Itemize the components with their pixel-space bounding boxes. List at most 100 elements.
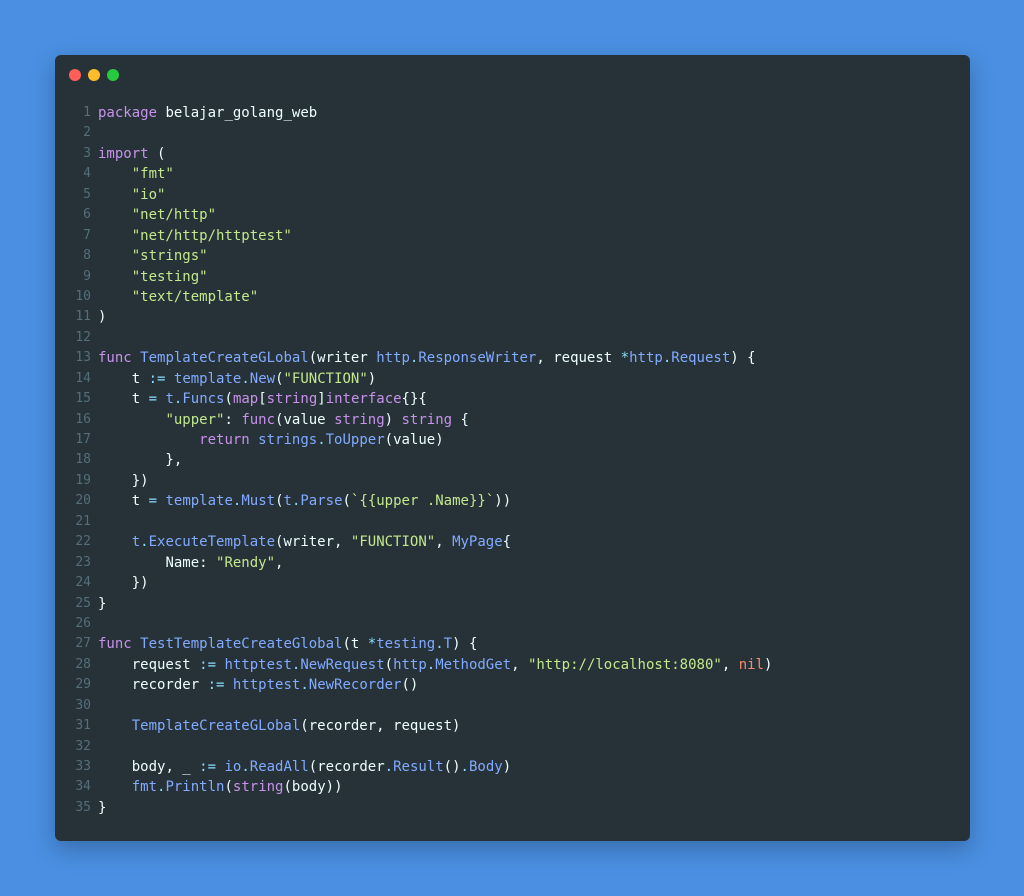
code-token: [ bbox=[258, 391, 267, 408]
code-token: ) bbox=[367, 370, 377, 387]
code-token: ( bbox=[342, 493, 351, 510]
maximize-window-button[interactable] bbox=[107, 69, 119, 81]
code-line: 34 fmt.Println(string(body)) bbox=[69, 777, 950, 797]
code-token: = bbox=[148, 391, 158, 408]
code-line: 2 bbox=[69, 123, 950, 143]
code-token: ] bbox=[317, 391, 326, 408]
code-token: value bbox=[393, 432, 436, 448]
code-token: belajar_golang_web bbox=[165, 105, 318, 121]
code-token: () bbox=[443, 759, 461, 775]
minimize-window-button[interactable] bbox=[88, 69, 100, 81]
code-token: value bbox=[283, 411, 326, 428]
close-window-button[interactable] bbox=[69, 69, 81, 81]
code-token: . bbox=[300, 677, 309, 694]
code-text: package belajar_golang_web bbox=[98, 103, 317, 123]
code-token: New bbox=[249, 370, 276, 387]
code-text: t = t.Funcs(map[string]interface{}{ bbox=[98, 389, 427, 409]
code-token: : bbox=[224, 411, 242, 428]
code-text: body, _ := io.ReadAll(recorder.Result().… bbox=[98, 757, 511, 777]
code-text: "testing" bbox=[98, 267, 208, 287]
code-token: T bbox=[443, 636, 453, 653]
code-token: "net/http/httptest" bbox=[131, 227, 292, 244]
code-text: } bbox=[98, 594, 106, 614]
code-line: 15 t = t.Funcs(map[string]interface{}{ bbox=[69, 389, 950, 409]
code-line: 26 bbox=[69, 614, 950, 634]
code-token: , bbox=[275, 554, 284, 571]
code-line: 13 func TemplateCreateGLobal(writer http.… bbox=[69, 348, 950, 368]
code-token: http bbox=[376, 350, 410, 367]
code-token: ExecuteTemplate bbox=[148, 534, 276, 551]
code-token: ( bbox=[384, 656, 394, 673]
code-line: 16 "upper": func(value string) string { bbox=[69, 410, 950, 430]
code-line: 21 bbox=[69, 512, 950, 532]
code-line: 33 body, _ := io.ReadAll(recorder.Result… bbox=[69, 757, 950, 777]
line-number: 19 bbox=[75, 472, 91, 488]
code-token: := bbox=[199, 759, 217, 775]
code-token: t bbox=[131, 534, 141, 551]
code-token: : bbox=[199, 554, 217, 571]
code-token: "FUNCTION" bbox=[283, 370, 368, 387]
code-token: http bbox=[393, 656, 427, 673]
code-token: request bbox=[393, 718, 453, 735]
code-text: }) bbox=[98, 471, 149, 491]
code-token: { bbox=[452, 411, 469, 428]
code-token: http bbox=[629, 350, 663, 367]
code-token: writer bbox=[283, 534, 335, 551]
line-number: 25 bbox=[75, 595, 91, 611]
code-token: ( bbox=[275, 370, 284, 387]
code-token: return bbox=[199, 432, 250, 448]
code-token: interface bbox=[325, 391, 402, 408]
code-line: 18 }, bbox=[69, 450, 950, 470]
line-number: 30 bbox=[75, 697, 91, 713]
code-token: ReadAll bbox=[249, 759, 309, 775]
line-number: 4 bbox=[83, 166, 91, 182]
code-token: "strings" bbox=[131, 248, 208, 265]
code-token: func bbox=[98, 350, 132, 367]
code-token: } bbox=[98, 595, 107, 612]
code-token: Name bbox=[165, 554, 200, 571]
code-window: 1 package belajar_golang_web 2 3 import (4 "… bbox=[55, 55, 970, 841]
line-number: 12 bbox=[75, 329, 91, 345]
code-token: io bbox=[224, 759, 242, 775]
code-token: Must bbox=[241, 493, 276, 510]
code-line: 20 t = template.Must(t.Parse(`{{upper .N… bbox=[69, 491, 950, 511]
code-token: "http://localhost:8080" bbox=[527, 656, 722, 673]
code-token: () bbox=[401, 677, 419, 694]
code-token: . bbox=[460, 759, 469, 775]
code-token: ( bbox=[308, 759, 318, 775]
code-line: 5 "io" bbox=[69, 185, 950, 205]
code-token: t bbox=[131, 493, 141, 510]
code-token: {}{ bbox=[401, 391, 427, 408]
code-token: "Rendy" bbox=[216, 554, 276, 571]
code-token: `{{upper .Name}}` bbox=[350, 493, 495, 510]
line-number: 23 bbox=[75, 554, 91, 570]
code-token: "net/http" bbox=[131, 207, 217, 224]
code-token: ) bbox=[435, 432, 444, 448]
code-token: , bbox=[165, 759, 183, 775]
code-token: fmt bbox=[131, 779, 158, 796]
code-line: 32 bbox=[69, 737, 950, 757]
code-token: ( bbox=[300, 718, 309, 735]
code-line: 30 bbox=[69, 696, 950, 716]
line-number: 8 bbox=[83, 248, 91, 264]
line-number: 16 bbox=[75, 411, 91, 427]
code-token: := bbox=[148, 370, 166, 387]
code-token: t bbox=[131, 391, 141, 408]
code-token: body bbox=[291, 779, 326, 796]
line-number: 22 bbox=[75, 534, 91, 550]
code-line: 24 }) bbox=[69, 573, 950, 593]
code-block: 1 package belajar_golang_web 2 3 import (4 "… bbox=[69, 103, 950, 818]
